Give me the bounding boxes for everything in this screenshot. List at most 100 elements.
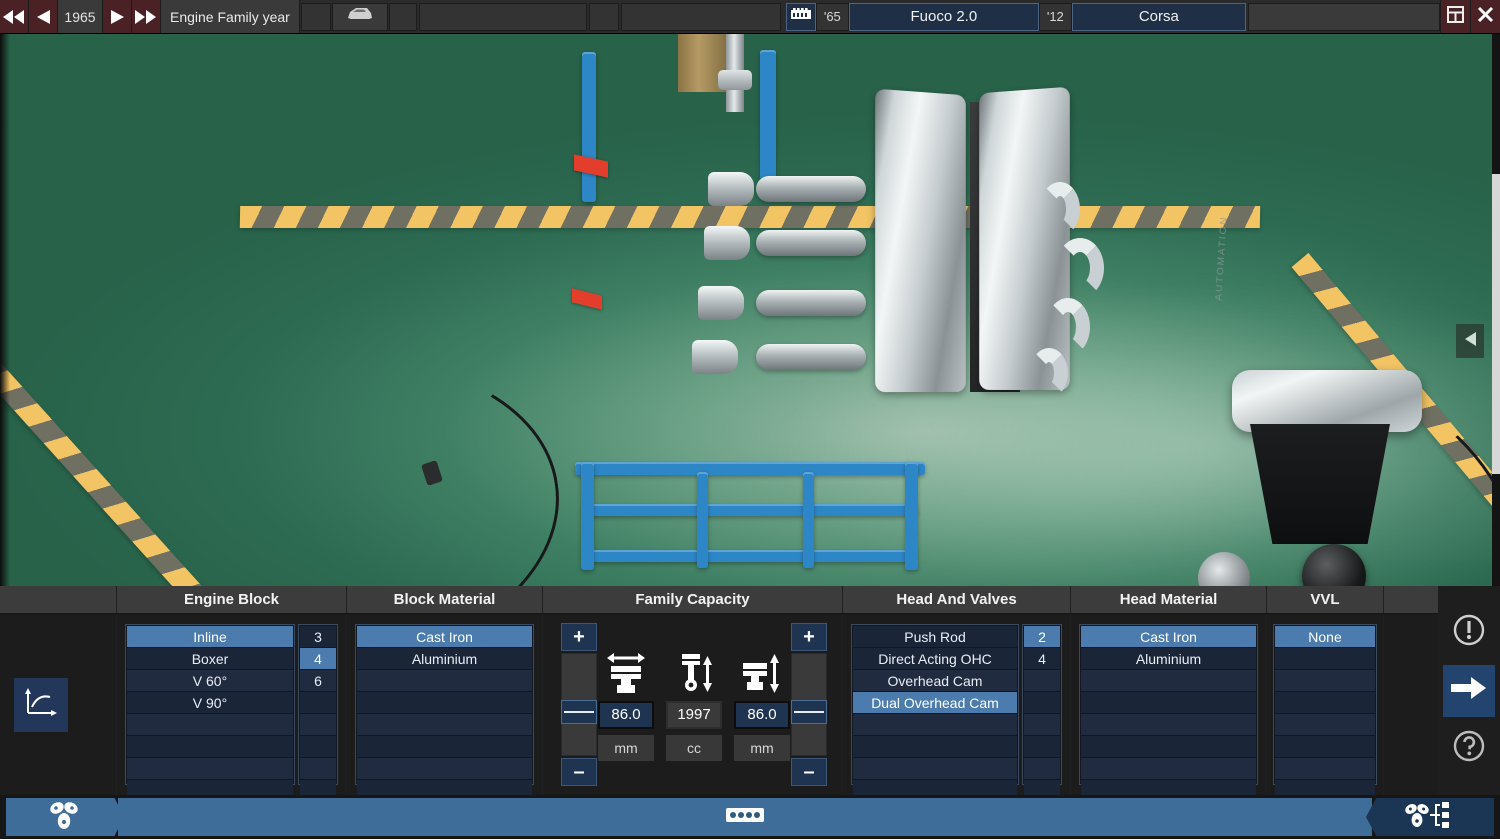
restore-window-button[interactable] [1440, 0, 1470, 33]
bore-slider-track[interactable] [561, 653, 597, 756]
option-head-material-1[interactable]: Aluminium [1081, 648, 1256, 669]
power-curve-button[interactable] [14, 678, 68, 732]
option-engine-block-1[interactable]: Boxer [127, 648, 293, 669]
section-head-material: Cast Iron Aluminium [1071, 614, 1267, 795]
tab-crankshaft[interactable] [118, 798, 1372, 836]
option-engine-block-5 [127, 736, 293, 757]
option-cylinder-count-3 [300, 692, 336, 713]
engine-config-panel: Engine Block Block Material Family Capac… [0, 586, 1500, 795]
engine-family-button[interactable] [786, 3, 816, 31]
vvl-options[interactable]: None [1273, 624, 1377, 785]
option-cylinder-count-6 [300, 758, 336, 779]
engine-variant-name[interactable]: Corsa [1072, 3, 1246, 31]
option-valve-count-1[interactable]: 4 [1024, 648, 1060, 669]
option-block-material-1[interactable]: Aluminium [357, 648, 532, 669]
block-material-options[interactable]: Cast Iron Aluminium [355, 624, 534, 785]
bore-decrease-button[interactable]: – [561, 758, 597, 786]
option-cylinder-count-0[interactable]: 3 [300, 626, 336, 647]
viewport-scrollbar-thumb[interactable] [1492, 174, 1500, 474]
option-head-valves-6 [853, 758, 1017, 779]
car-preview-button[interactable] [332, 3, 388, 31]
next-step-button[interactable] [1443, 665, 1495, 717]
toolbar-field-1[interactable] [419, 3, 587, 31]
prev-year-button[interactable] [29, 0, 58, 33]
skip-back-button[interactable] [0, 0, 29, 33]
stroke-slider-thumb[interactable] [791, 700, 827, 724]
option-valve-count-5 [1024, 736, 1060, 757]
option-head-valves-0[interactable]: Push Rod [853, 626, 1017, 647]
option-head-valves-1[interactable]: Direct Acting OHC [853, 648, 1017, 669]
next-arrow-icon [1451, 675, 1487, 706]
option-head-valves-2[interactable]: Overhead Cam [853, 670, 1017, 691]
option-head-valves-5 [853, 736, 1017, 757]
option-engine-block-0[interactable]: Inline [127, 626, 293, 647]
option-vvl-1 [1275, 648, 1375, 669]
toolbar-slot-1 [301, 3, 331, 31]
option-engine-block-6 [127, 758, 293, 779]
option-block-material-4 [357, 714, 532, 735]
collapse-panel-button[interactable] [1456, 324, 1484, 358]
stroke-unit: mm [734, 735, 790, 761]
option-block-material-0[interactable]: Cast Iron [357, 626, 532, 647]
stroke-decrease-button[interactable]: – [791, 758, 827, 786]
tab-engine-family[interactable] [6, 798, 124, 836]
option-engine-block-2[interactable]: V 60° [127, 670, 293, 691]
valve-cover-left: AUTOMATION [875, 89, 966, 392]
piston-rod-icon [673, 649, 715, 695]
crankshaft-icon [725, 804, 765, 831]
head-material-options[interactable]: Cast Iron Aluminium [1079, 624, 1258, 785]
capacity-readouts: 86.0 mm [597, 649, 791, 761]
head-and-valves-options[interactable]: Push Rod Direct Acting OHC Overhead Cam … [851, 624, 1019, 785]
engine-family-name[interactable]: Fuoco 2.0 [849, 3, 1039, 31]
toolbar-slot-3 [589, 3, 619, 31]
next-year-button[interactable] [103, 0, 132, 33]
toolbar-field-2[interactable] [621, 3, 781, 31]
option-valve-count-0[interactable]: 2 [1024, 626, 1060, 647]
option-head-valves-3[interactable]: Dual Overhead Cam [853, 692, 1017, 713]
viewport-scrollbar[interactable] [1492, 34, 1500, 586]
option-head-material-0[interactable]: Cast Iron [1081, 626, 1256, 647]
warning-icon [1452, 613, 1486, 652]
option-cylinder-count-5 [300, 736, 336, 757]
skip-forward-button[interactable] [132, 0, 161, 33]
engine-block-options[interactable]: Inline Boxer V 60° V 90° [125, 624, 295, 785]
option-block-material-2 [357, 670, 532, 691]
stroke-slider[interactable]: + – [791, 623, 827, 786]
toolbar-filler [1248, 3, 1440, 31]
capacity-readout: 1997 cc [665, 649, 723, 761]
warnings-button[interactable] [1443, 607, 1495, 659]
stroke-slider-track[interactable] [791, 653, 827, 756]
collapse-left-icon [1465, 332, 1476, 351]
bottom-navigation-bar [0, 795, 1500, 839]
section-engine-block: Inline Boxer V 60° V 90° 3 4 6 [117, 614, 347, 795]
cylinder-count-options[interactable]: 3 4 6 [298, 624, 338, 785]
prev-icon [37, 10, 50, 24]
stroke-value[interactable]: 86.0 [734, 701, 790, 729]
valve-count-options[interactable]: 2 4 [1022, 624, 1062, 785]
year-display: 1965 [58, 0, 103, 33]
engine-3d-viewport[interactable]: AUTOMATION [0, 34, 1492, 586]
section-block-material: Cast Iron Aluminium [347, 614, 543, 795]
bore-slider-thumb[interactable] [561, 700, 597, 724]
option-block-material-5 [357, 736, 532, 757]
bore-increase-button[interactable]: + [561, 623, 597, 651]
option-engine-block-3[interactable]: V 90° [127, 692, 293, 713]
next-icon [111, 10, 124, 24]
option-valve-count-2 [1024, 670, 1060, 691]
close-window-button[interactable] [1470, 0, 1500, 33]
section-head-and-valves: Push Rod Direct Acting OHC Overhead Cam … [843, 614, 1071, 795]
section-family-capacity: + – [543, 614, 843, 795]
option-vvl-0[interactable]: None [1275, 626, 1375, 647]
tab-engine-variants[interactable] [1366, 798, 1494, 836]
section-vvl: None [1267, 614, 1384, 795]
help-button[interactable] [1443, 723, 1495, 775]
bore-value[interactable]: 86.0 [598, 701, 654, 729]
stroke-increase-button[interactable]: + [791, 623, 827, 651]
capacity-unit: cc [666, 735, 722, 761]
option-cylinder-count-2[interactable]: 6 [300, 670, 336, 691]
option-head-material-5 [1081, 736, 1256, 757]
section-header-vvl: VVL [1267, 586, 1384, 613]
option-block-material-3 [357, 692, 532, 713]
option-cylinder-count-1[interactable]: 4 [300, 648, 336, 669]
bore-slider[interactable]: + – [561, 623, 597, 786]
